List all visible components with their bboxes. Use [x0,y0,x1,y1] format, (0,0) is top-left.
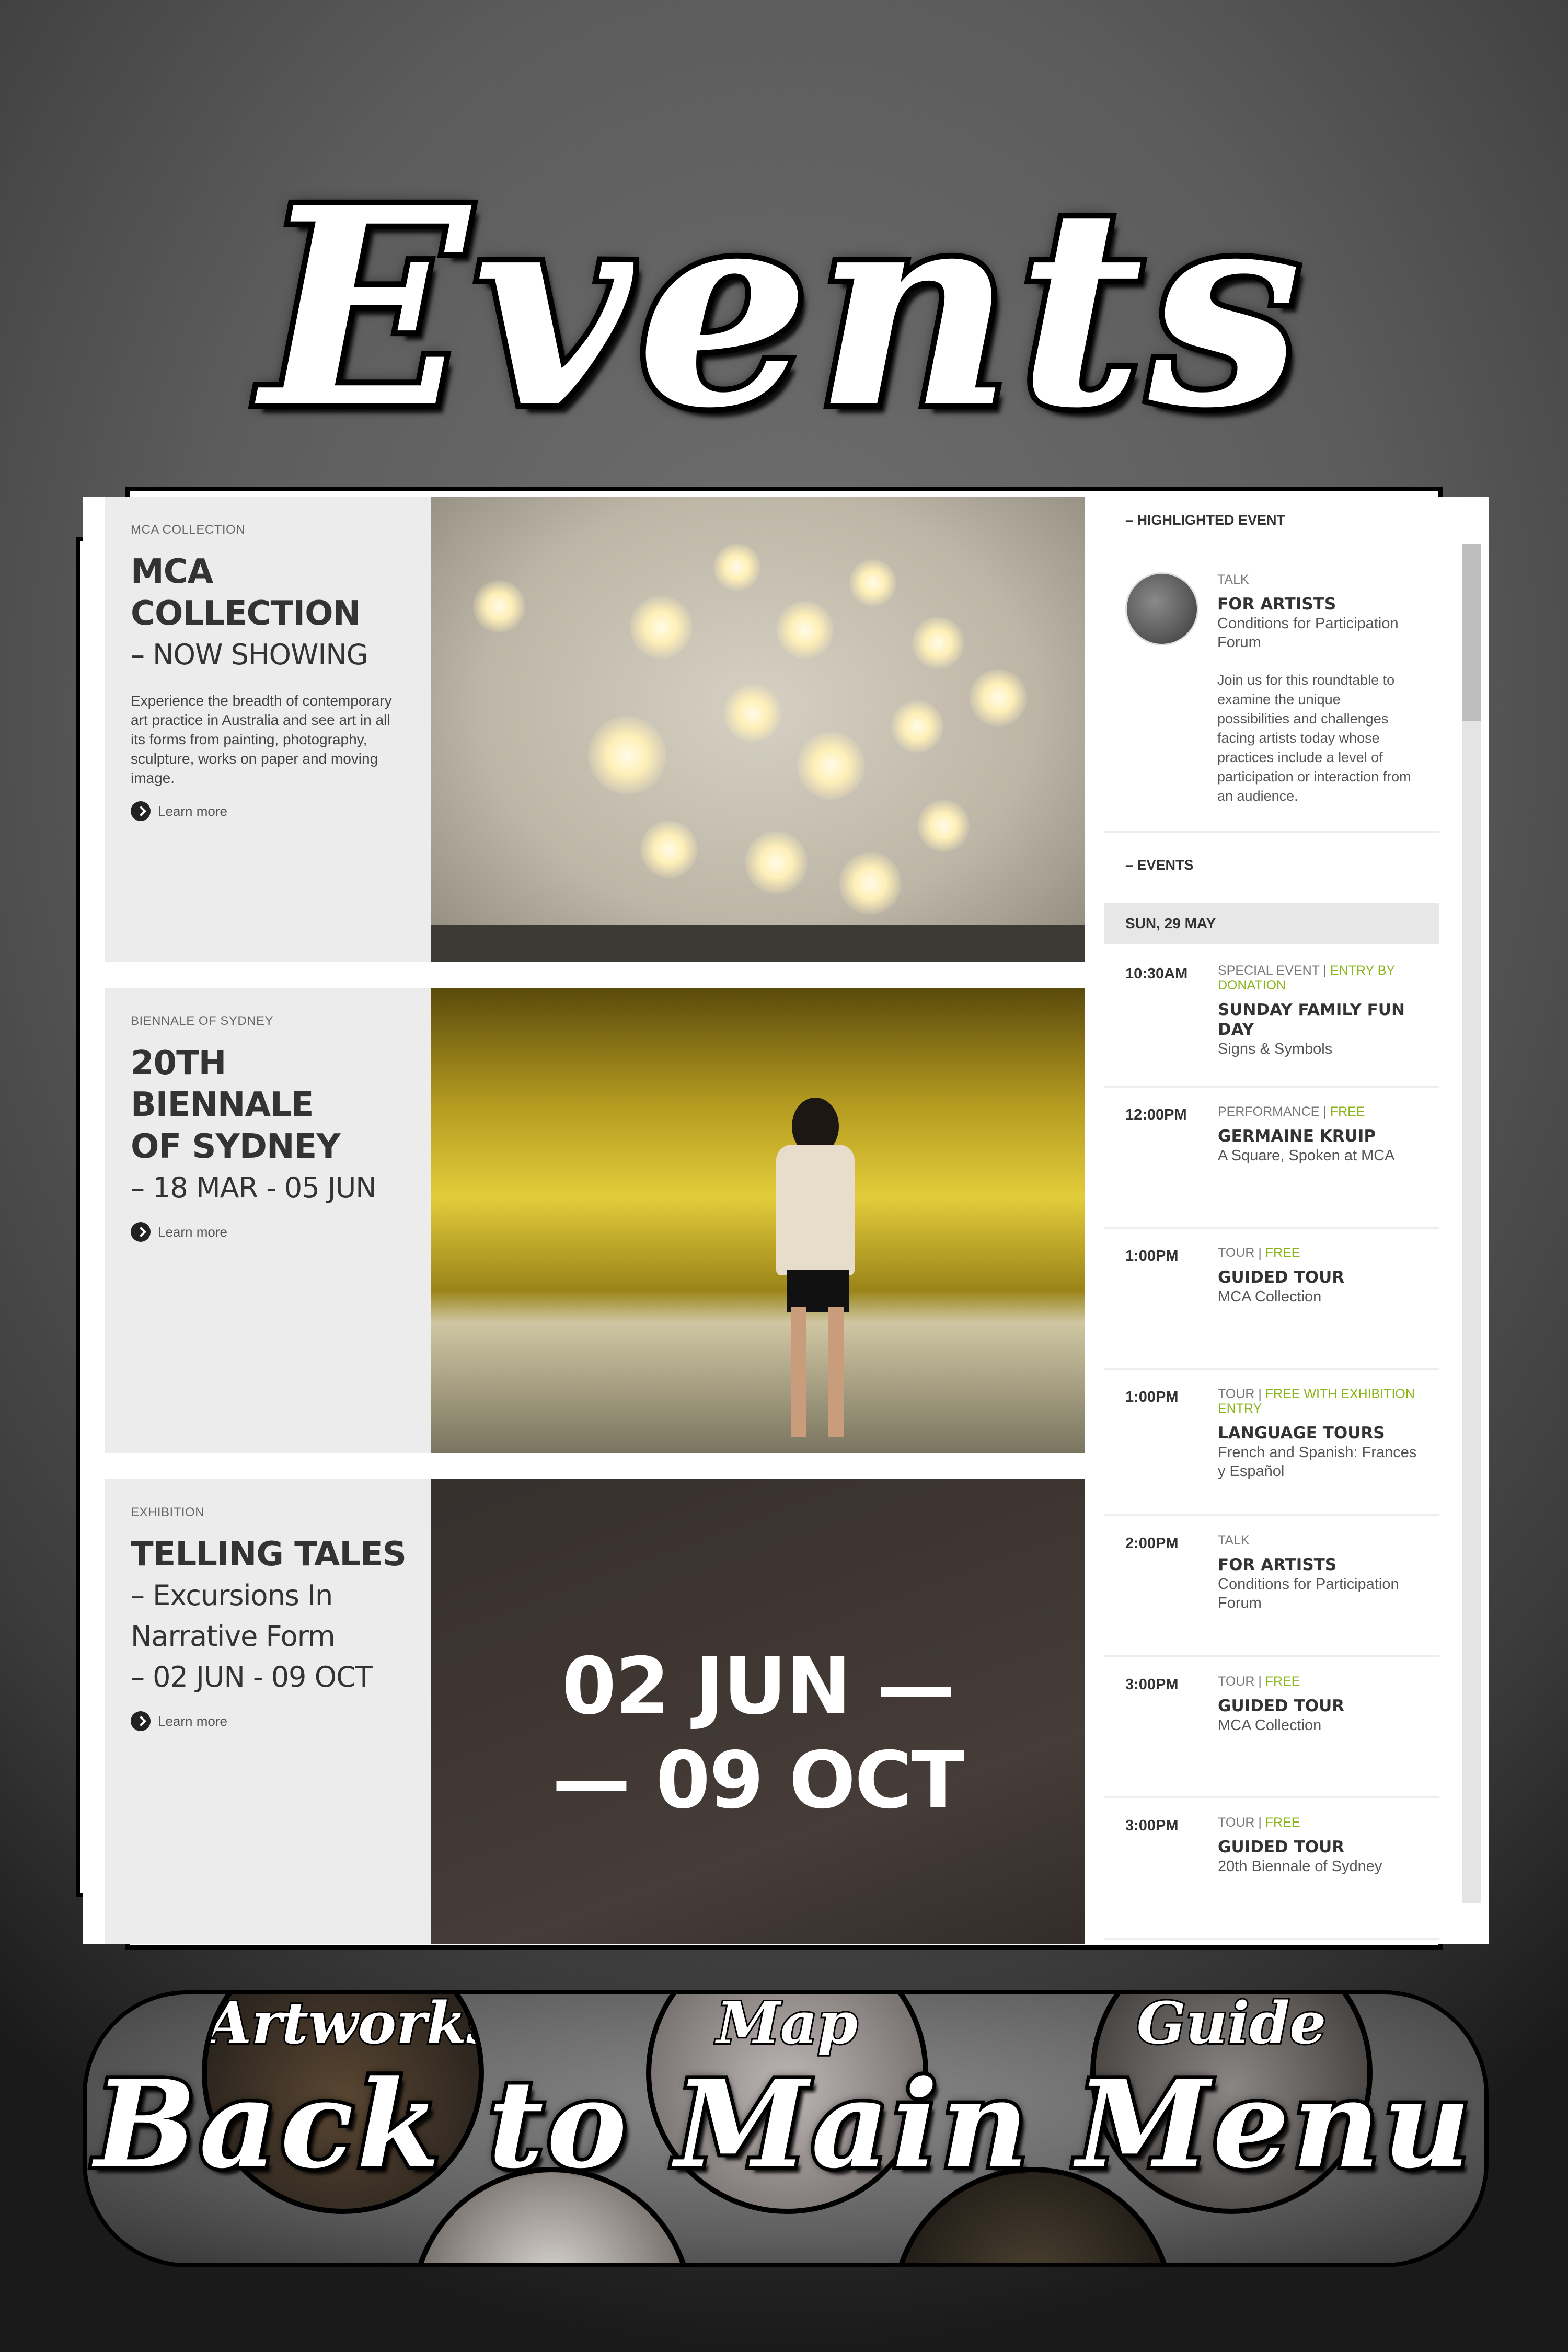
event-row[interactable]: 12:00PM PERFORMANCE | FREE GERMAINE KRUI… [1104,1086,1439,1229]
back-to-main-menu-button[interactable]: Back to Main Menu [0,2050,1568,2199]
event-title: GERMAINE KRUIP [1218,1127,1376,1146]
event-subtitle: Conditions for Participation Forum [1217,615,1399,651]
card-subtitle: – 02 JUN - 09 OCT [131,1661,373,1693]
event-tag: FREE [1265,1674,1300,1689]
card-subtitle: – 18 MAR - 05 JUN [131,1171,377,1204]
event-subtitle: Signs & Symbols [1218,1041,1333,1057]
event-type-line: PERFORMANCE | FREE [1218,1104,1365,1119]
card-title-line2: COLLECTION [131,594,361,633]
event-type: TOUR [1218,1387,1255,1401]
overlay-date-start: 02 JUN — [561,1641,955,1732]
learn-more-link[interactable]: Learn more [131,1222,413,1242]
event-title: GUIDED TOUR [1218,1838,1345,1857]
feature-cards: MCA COLLECTION MCA COLLECTION – NOW SHOW… [83,497,1085,1944]
map-label: Map [715,1990,859,2058]
event-subtitle: MCA Collection [1218,1717,1322,1734]
learn-more-label: Learn more [158,803,227,819]
page-title: Events [256,148,1307,468]
event-time: 3:00PM [1125,1676,1179,1693]
card-title-line1: TELLING TALES [131,1535,407,1574]
card-mca-collection[interactable]: MCA COLLECTION MCA COLLECTION – NOW SHOW… [105,497,1085,962]
event-row[interactable]: 3:00PM TOUR | FREE GUIDED TOUR 20th Bien… [1104,1796,1439,1940]
event-type-line: TOUR | FREE [1218,1815,1300,1830]
divider [1104,831,1439,833]
card-image-gold-installation[interactable] [431,988,1085,1453]
event-type-line: TOUR | FREE WITH EXHIBITION ENTRY [1218,1387,1415,1416]
card-title-line1: 20TH BIENNALE [131,1044,314,1124]
event-time: 12:00PM [1125,1106,1187,1123]
card-image-tales[interactable]: 02 JUN — — 09 OCT [431,1479,1085,1944]
card-image-light-installation[interactable] [431,497,1085,962]
card-biennale[interactable]: BIENNALE OF SYDNEY 20TH BIENNALE OF SYDN… [105,988,1085,1453]
event-subtitle: Conditions for Participation Forum [1218,1576,1399,1611]
learn-more-label: Learn more [158,1713,227,1729]
event-time: 3:00PM [1125,1817,1179,1834]
event-type-line: TOUR | FREE [1218,1246,1300,1260]
event-type: SPECIAL EVENT [1218,963,1320,978]
event-type-line: SPECIAL EVENT | ENTRY BY DONATION [1218,963,1395,993]
event-title: FOR ARTISTS [1218,1555,1337,1574]
event-row[interactable]: 1:00PM TOUR | FREE WITH EXHIBITION ENTRY… [1104,1368,1439,1516]
event-tag: FREE [1265,1246,1300,1260]
arrow-circle-icon [131,1222,151,1242]
events-date: SUN, 29 MAY [1104,903,1439,944]
event-description: Join us for this roundtable to examine t… [1217,672,1411,804]
overlay-date-end: — 09 OCT [552,1735,964,1826]
card-telling-tales[interactable]: EXHIBITION TELLING TALES – Excursions In… [105,1479,1085,1944]
event-time: 1:00PM [1125,1389,1179,1405]
events-sidebar: – HIGHLIGHTED EVENT TALK FOR ARTISTS Con… [1104,497,1439,1944]
event-tag: FREE [1265,1815,1300,1830]
guide-label: Guide [1135,1990,1328,2058]
scroll-thumb[interactable] [1462,544,1481,721]
events-heading: – EVENTS [1125,857,1194,873]
card-title-line2: OF SYDNEY [131,1127,341,1166]
card-title-line1: MCA [131,552,213,591]
card-text: EXHIBITION TELLING TALES – Excursions In… [131,1505,413,1731]
event-type: TOUR [1218,1674,1255,1689]
event-title: FOR ARTISTS [1217,595,1336,614]
card-title-line2: – Excursions In [131,1579,333,1612]
event-type-line: TOUR | FREE [1218,1674,1300,1689]
event-row[interactable]: 2:00PM TALK FOR ARTISTS Conditions for P… [1104,1514,1439,1657]
arrow-circle-icon [131,1711,151,1731]
card-text: MCA COLLECTION MCA COLLECTION – NOW SHOW… [131,523,413,821]
card-title-line3: Narrative Form [131,1620,336,1653]
card-subtitle: – NOW SHOWING [131,638,368,671]
card-text: BIENNALE OF SYDNEY 20TH BIENNALE OF SYDN… [131,1014,413,1242]
learn-more-label: Learn more [158,1224,227,1240]
learn-more-link[interactable]: Learn more [131,801,413,821]
event-time: 2:00PM [1125,1535,1179,1552]
event-subtitle: French and Spanish: Frances y Español [1218,1444,1417,1480]
learn-more-link[interactable]: Learn more [131,1711,413,1731]
event-type: TOUR [1218,1815,1255,1830]
event-row[interactable]: 3:00PM TOUR | FREE GUIDED TOUR MCA Colle… [1104,1655,1439,1798]
highlighted-event-heading: – HIGHLIGHTED EVENT [1125,512,1286,528]
event-tag: FREE [1330,1104,1365,1119]
event-type: TALK [1217,572,1249,587]
event-row[interactable]: 10:30AM SPECIAL EVENT | ENTRY BY DONATIO… [1104,944,1439,1088]
card-description: Experience the breadth of contemporary a… [131,693,392,786]
event-title: GUIDED TOUR [1218,1268,1345,1287]
arrow-circle-icon [131,801,151,821]
event-type: TALK [1218,1533,1250,1548]
event-time: 1:00PM [1125,1248,1179,1264]
event-subtitle: 20th Biennale of Sydney [1218,1858,1382,1875]
event-title: SUNDAY FAMILY FUN DAY [1218,1000,1405,1039]
card-kicker: BIENNALE OF SYDNEY [131,1014,274,1028]
event-avatar [1125,572,1198,645]
card-kicker: MCA COLLECTION [131,523,246,537]
event-type: TOUR [1218,1246,1255,1260]
events-screenshot: MCA COLLECTION MCA COLLECTION – NOW SHOW… [83,497,1489,1944]
artworks-label: Artworks [207,1990,484,2058]
card-kicker: EXHIBITION [131,1505,205,1519]
event-title: GUIDED TOUR [1218,1697,1345,1715]
event-type: PERFORMANCE [1218,1104,1320,1119]
scrollbar[interactable] [1462,544,1481,1903]
event-subtitle: A Square, Spoken at MCA [1218,1147,1395,1164]
event-title: LANGUAGE TOURS [1218,1424,1385,1443]
event-subtitle: MCA Collection [1218,1288,1322,1305]
event-row[interactable]: 1:00PM TOUR | FREE GUIDED TOUR MCA Colle… [1104,1227,1439,1370]
event-time: 10:30AM [1125,965,1188,982]
